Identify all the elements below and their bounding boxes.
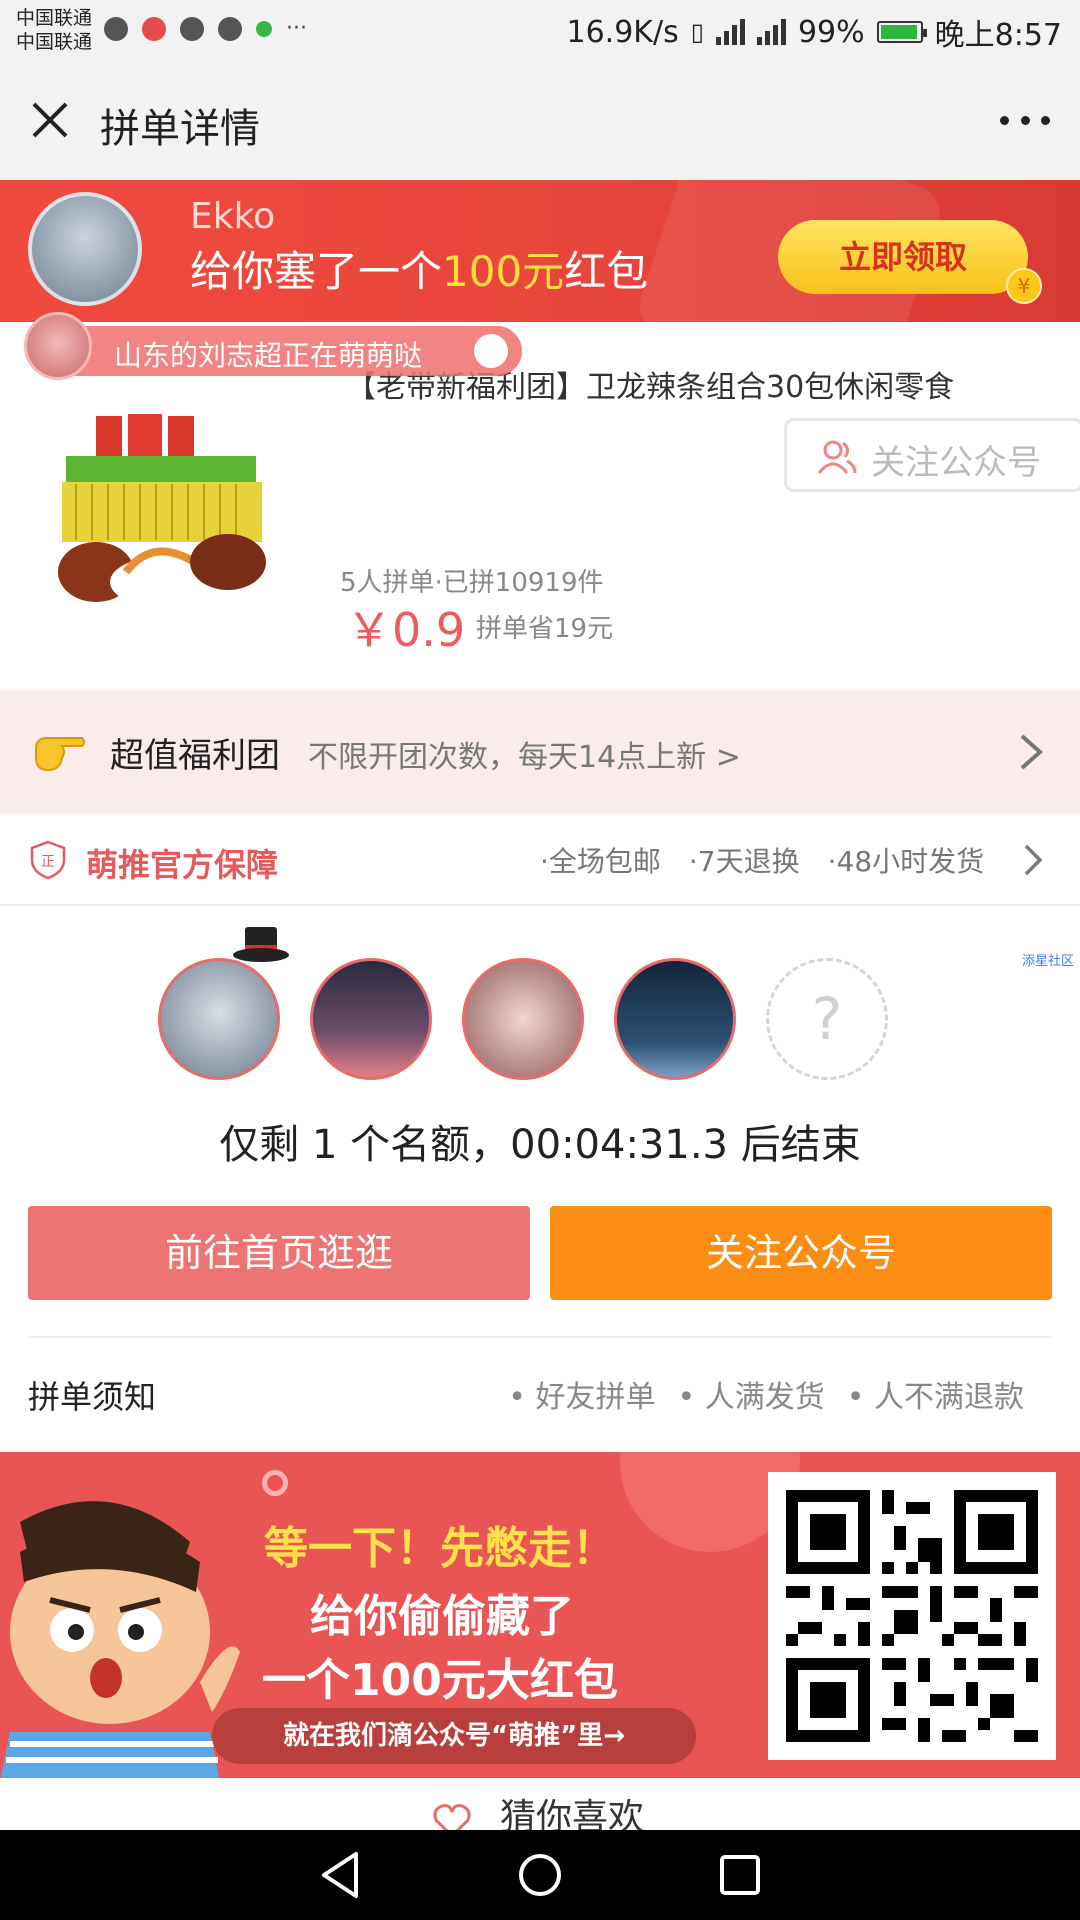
pointing-hand-icon bbox=[35, 737, 85, 772]
member-avatar[interactable] bbox=[614, 958, 736, 1080]
promo-ring-decoration bbox=[262, 1470, 288, 1496]
home-icon[interactable] bbox=[516, 1850, 564, 1900]
welfare-title: 超值福利团 bbox=[110, 736, 280, 776]
clock: 晚上8:57 bbox=[934, 18, 1062, 53]
back-icon[interactable] bbox=[318, 1850, 366, 1900]
rules-items: • 好友拼单 • 人满发货 • 人不满退款 bbox=[508, 1372, 1024, 1416]
product-card: 【老带新福利团】卫龙辣条组合30包休闲零食 关注公众号 5人拼单·已拼10919… bbox=[0, 322, 1080, 690]
qr-code-icon bbox=[786, 1490, 1038, 1742]
product-price: ￥0.9 bbox=[346, 603, 466, 657]
sender-avatar bbox=[28, 192, 142, 306]
message-icon bbox=[180, 16, 204, 41]
save-amount: 拼单省19元 bbox=[476, 614, 614, 644]
system-navigation-bar bbox=[0, 1830, 1080, 1920]
notify-avatar bbox=[24, 312, 92, 380]
guarantee-items: ·全场包邮 ·7天退换 ·48小时发货 bbox=[540, 840, 984, 880]
sender-name: Ekko bbox=[190, 196, 276, 237]
watermark: 添星社区 bbox=[1021, 954, 1074, 969]
signal-2g-icon bbox=[715, 19, 745, 45]
coin-icon: ¥ bbox=[1006, 268, 1042, 304]
activity-notification: 山东的刘志超正在萌萌哒 bbox=[24, 312, 522, 380]
go-home-button[interactable]: 前往首页逛逛 bbox=[28, 1206, 530, 1300]
play-icon bbox=[256, 20, 272, 37]
chevron-right-icon bbox=[1020, 734, 1044, 770]
vibrate-icon: ▯ bbox=[690, 18, 704, 46]
promo-line-3: 一个100元大红包 bbox=[262, 1655, 618, 1706]
divider bbox=[28, 1336, 1052, 1338]
welfare-description: 不限开团次数，每天14点上新 > bbox=[308, 740, 741, 775]
product-image[interactable] bbox=[56, 412, 276, 612]
close-icon[interactable] bbox=[28, 98, 72, 142]
promo-line-2: 给你偷偷藏了 bbox=[310, 1591, 574, 1642]
wechat-icon bbox=[104, 16, 128, 41]
carrier-1: 中国联通 bbox=[16, 7, 93, 29]
welfare-group-row[interactable]: 超值福利团 不限开团次数，每天14点上新 > bbox=[0, 690, 1080, 814]
promo-line-1: 等一下！先憋走！ bbox=[264, 1523, 616, 1574]
banner-message: 给你塞了一个100元红包 bbox=[190, 247, 649, 296]
guarantee-title: 萌推官方保障 bbox=[86, 846, 279, 884]
group-rules-row[interactable]: 拼单须知 • 好友拼单 • 人满发货 • 人不满退款 bbox=[0, 1336, 1080, 1452]
guarantee-item: ·48小时发货 bbox=[827, 845, 985, 878]
official-guarantee-row[interactable]: 正 萌推官方保障 ·全场包邮 ·7天退换 ·48小时发货 bbox=[0, 814, 1080, 906]
page-title: 拼单详情 bbox=[100, 106, 260, 152]
empty-slot[interactable]: ? bbox=[766, 958, 888, 1080]
app-notify-icon bbox=[142, 16, 166, 41]
notify-text: 山东的刘志超正在萌萌哒 bbox=[114, 339, 423, 372]
member-avatar[interactable] bbox=[462, 958, 584, 1080]
guess-you-like-header: 猜你喜欢 bbox=[0, 1778, 1080, 1838]
paw-icon bbox=[474, 334, 508, 368]
svg-text:正: 正 bbox=[41, 853, 55, 869]
group-members-section: 添星社区 ? 仅剩 1 个名额，00:04:31.3 后结束 前往首页逛逛 关注… bbox=[0, 906, 1080, 1336]
top-hat-icon bbox=[233, 927, 289, 962]
screen: 中国联通 中国联通 ··· 16.9K/s ▯ 99% 晚上8:57 拼单详情 bbox=[0, 0, 1080, 1920]
battery-icon bbox=[876, 21, 927, 43]
follow-label: 关注公众号 bbox=[871, 443, 1041, 483]
rule-item: • 好友拼单 bbox=[508, 1380, 656, 1415]
status-bar: 中国联通 中国联通 ··· 16.9K/s ▯ 99% 晚上8:57 bbox=[0, 0, 1080, 60]
users-icon bbox=[817, 440, 857, 474]
rule-item: • 人不满退款 bbox=[846, 1380, 1024, 1415]
red-packet-banner[interactable]: Ekko 给你塞了一个100元红包 立即领取 ¥ bbox=[0, 180, 1080, 322]
battery-percent: 99% bbox=[797, 14, 865, 50]
promo-cta[interactable]: 就在我们滴公众号“萌推”里→ bbox=[212, 1708, 696, 1764]
promo-banner[interactable]: 等一下！先憋走！ 给你偷偷藏了 一个100元大红包 就在我们滴公众号“萌推”里→ bbox=[0, 1452, 1080, 1778]
member-avatar[interactable] bbox=[310, 958, 432, 1080]
rules-title: 拼单须知 bbox=[28, 1378, 157, 1416]
guarantee-item: ·7天退换 bbox=[688, 845, 800, 878]
shield-icon: 正 bbox=[30, 840, 66, 880]
carrier-info: 中国联通 中国联通 bbox=[16, 6, 92, 54]
huawei-icon bbox=[218, 16, 242, 41]
qr-code-image[interactable] bbox=[768, 1472, 1056, 1760]
status-right: 16.9K/s ▯ 99% 晚上8:57 bbox=[567, 10, 1063, 54]
follow-official-account-outline-button[interactable]: 关注公众号 bbox=[784, 418, 1080, 492]
member-avatars: ? bbox=[158, 927, 888, 1080]
countdown-text: 仅剩 1 个名额，00:04:31.3 后结束 bbox=[219, 1122, 861, 1168]
follow-official-account-button[interactable]: 关注公众号 bbox=[550, 1206, 1052, 1300]
carrier-2: 中国联通 bbox=[16, 31, 93, 53]
chevron-right-icon bbox=[1024, 844, 1043, 876]
nav-bar: 拼单详情 bbox=[0, 60, 1080, 180]
guarantee-item: ·全场包邮 bbox=[540, 845, 661, 878]
notification-icons: ··· bbox=[104, 16, 307, 41]
rule-item: • 人满发货 bbox=[677, 1380, 825, 1415]
member-avatar-leader[interactable] bbox=[158, 927, 289, 1080]
claim-now-button[interactable]: 立即领取 bbox=[778, 220, 1028, 294]
more-dots-icon[interactable] bbox=[1000, 116, 1050, 128]
recents-icon[interactable] bbox=[716, 1850, 764, 1900]
signal-4g-icon bbox=[756, 19, 786, 45]
banner-amount: 100元 bbox=[442, 247, 565, 296]
more-notifications-icon: ··· bbox=[286, 16, 307, 41]
network-speed: 16.9K/s bbox=[566, 14, 679, 50]
